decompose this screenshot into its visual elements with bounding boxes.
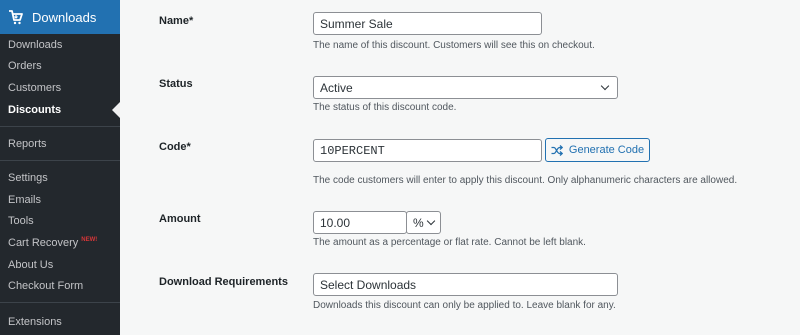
sidebar-separator — [0, 126, 120, 127]
name-input-value: Summer Sale — [320, 16, 393, 31]
chevron-down-icon — [426, 216, 436, 226]
amount-type-value: % — [413, 215, 424, 230]
amount-label: Amount — [159, 213, 201, 225]
admin-sidebar: Downloads Downloads Orders Customers Dis… — [0, 0, 120, 335]
name-label: Name* — [159, 15, 194, 27]
status-select[interactable]: Active — [313, 76, 618, 99]
code-input-value: 10PERCENT — [320, 143, 385, 158]
sidebar-item-discounts[interactable]: Discounts — [8, 104, 61, 116]
discount-form: Name* Summer Sale The name of this disco… — [120, 0, 800, 335]
code-input[interactable]: 10PERCENT — [313, 139, 542, 162]
sidebar-item-tools[interactable]: Tools — [8, 215, 34, 227]
sidebar-item-orders[interactable]: Orders — [8, 60, 42, 72]
menu-title: Downloads — [32, 9, 97, 25]
sidebar-item-customers[interactable]: Customers — [8, 82, 61, 94]
name-input[interactable]: Summer Sale — [313, 12, 542, 35]
sidebar-separator — [0, 160, 120, 161]
sidebar-item-about-us[interactable]: About Us — [8, 259, 53, 271]
sidebar-item-extensions[interactable]: Extensions — [8, 316, 62, 328]
status-label: Status — [159, 78, 193, 90]
sidebar-item-downloads[interactable]: Downloads — [8, 39, 62, 51]
sidebar-item-settings[interactable]: Settings — [8, 172, 48, 184]
code-label: Code* — [159, 141, 191, 153]
select-downloads-input[interactable]: Select Downloads — [313, 273, 618, 296]
downloads-logo-icon — [9, 10, 23, 25]
download-requirements-label: Download Requirements — [159, 276, 288, 288]
select-downloads-placeholder: Select Downloads — [320, 277, 417, 292]
chevron-down-icon — [600, 81, 610, 91]
sidebar-item-label: Cart Recovery — [8, 237, 79, 249]
status-select-value: Active — [320, 80, 353, 95]
sidebar-item-cart-recovery[interactable]: Cart Recovery NEW! — [8, 237, 97, 249]
shuffle-icon — [551, 144, 563, 156]
generate-code-button[interactable]: Generate Code — [545, 138, 650, 162]
sidebar-item-checkout-form[interactable]: Checkout Form — [8, 280, 83, 292]
downloads-menu-header[interactable]: Downloads — [0, 0, 120, 34]
amount-input[interactable]: 10.00 — [313, 211, 407, 234]
amount-description: The amount as a percentage or flat rate.… — [313, 237, 586, 248]
sidebar-separator — [0, 302, 120, 303]
amount-input-value: 10.00 — [320, 215, 351, 230]
sidebar-item-reports[interactable]: Reports — [8, 138, 47, 150]
sidebar-item-emails[interactable]: Emails — [8, 194, 41, 206]
amount-type-select[interactable]: % — [406, 211, 441, 234]
name-description: The name of this discount. Customers wil… — [313, 40, 595, 51]
status-description: The status of this discount code. — [313, 102, 457, 113]
new-badge: NEW! — [81, 237, 98, 243]
current-page-arrow — [112, 102, 120, 118]
code-description: The code customers will enter to apply t… — [313, 175, 738, 186]
generate-code-label: Generate Code — [568, 144, 645, 156]
download-requirements-description: Downloads this discount can only be appl… — [313, 300, 616, 311]
